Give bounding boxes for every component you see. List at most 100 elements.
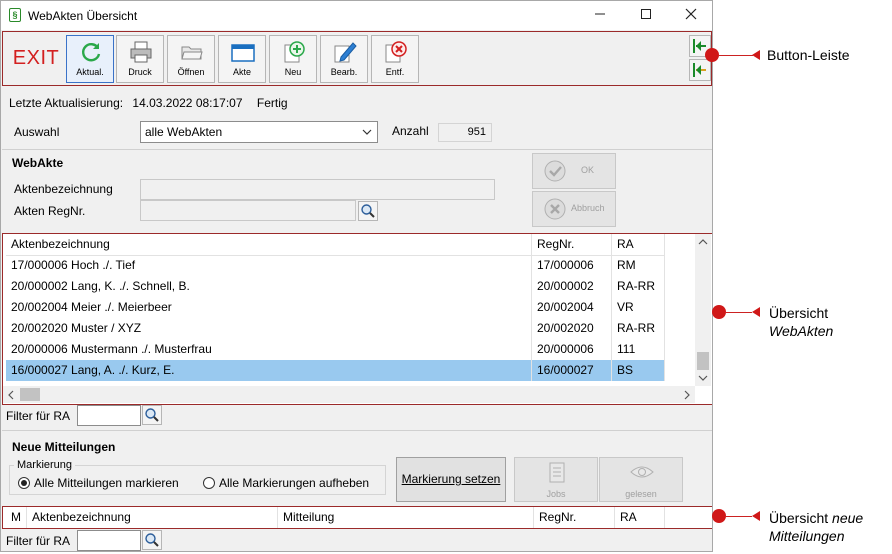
cell-regnr: 17/000006 [532,255,612,276]
cell-file-name: 20/002020 Muster / XYZ [6,318,532,339]
table-row[interactable]: 20/000006 Mustermann ./. Musterfrau 20/0… [6,339,665,360]
cell-ra: 111 [612,339,665,360]
delete-icon [385,41,407,63]
table-row[interactable]: 20/002004 Meier ./. Meierbeer 20/002004 … [6,297,665,318]
new-button[interactable]: Neu [269,35,317,83]
vertical-scroll-thumb[interactable] [697,352,709,370]
open-button[interactable]: Öffnen [167,35,215,83]
table-header: Aktenbezeichnung RegNr. RA [6,234,665,256]
callout-messages-line1: Übersicht [769,510,829,526]
column-header-m[interactable]: M [6,507,27,528]
folder-icon [231,44,255,62]
refresh-icon [82,43,101,62]
add-icon [284,41,305,63]
set-marking-button[interactable]: Markierung setzen [396,457,506,502]
print-label: Druck [128,67,152,77]
jobs-button[interactable]: Jobs [514,457,598,502]
delete-button[interactable]: Entf. [371,35,419,83]
cell-regnr: 16/000027 [532,360,612,381]
marking-group-title: Markierung [14,459,76,471]
file-button[interactable]: Akte [218,35,266,83]
search-icon [361,204,375,218]
jobs-list-icon [549,462,565,483]
eye-icon [630,466,654,478]
maximize-icon [641,9,651,19]
filter-ra-input[interactable] [77,405,141,426]
unmark-all-label[interactable]: Alle Markierungen aufheben [219,476,369,490]
exit-button[interactable]: EXIT [9,37,63,79]
mark-all-label[interactable]: Alle Mitteilungen markieren [34,476,179,490]
printer-icon [130,41,152,63]
cancel-button[interactable]: Abbruch [532,191,616,227]
cancel-icon [544,198,566,220]
cell-ra: BS [612,360,665,381]
horizontal-scrollbar[interactable] [3,386,695,403]
mark-all-radio[interactable] [18,477,30,489]
column-header-ra[interactable]: RA [615,507,665,528]
table-row[interactable]: 20/002020 Muster / XYZ 20/002020 RA-RR [6,318,665,339]
selection-dropdown[interactable]: alle WebAkten [140,121,378,143]
table-row[interactable]: 20/000002 Lang, K. ./. Schnell, B. 20/00… [6,276,665,297]
callout-arrow [752,307,760,317]
cell-file-name: 20/000002 Lang, K. ./. Schnell, B. [6,276,532,297]
filter-ra-label: Filter für RA [6,409,71,423]
table-row-selected[interactable]: 16/000027 Lang, A. ./. Kurz, E. 16/00002… [6,360,665,381]
divider [2,149,712,150]
column-header-file-name[interactable]: Aktenbezeichnung [6,234,532,255]
filter-ra-search-button-bottom[interactable] [142,530,162,550]
edit-button[interactable]: Bearb. [320,35,368,83]
callout-messages-line2: Mitteilungen [769,528,845,544]
callout-toolbar-text: Button-Leiste [767,47,850,63]
cell-ra: RM [612,255,665,276]
callout-arrow [752,511,760,521]
table-row[interactable]: 17/000006 Hoch ./. Tief 17/000006 RM [6,255,665,276]
minimize-button[interactable] [577,1,623,30]
cell-ra: RA-RR [612,276,665,297]
filter-ra-search-button[interactable] [142,405,162,425]
column-header-file-name[interactable]: Aktenbezeichnung [27,507,278,528]
refresh-button[interactable]: Aktual. [66,35,114,83]
maximize-button[interactable] [623,1,669,30]
read-button[interactable]: gelesen [599,457,683,502]
column-header-regnr[interactable]: RegNr. [534,507,615,528]
scroll-right-icon[interactable] [683,390,691,400]
filter-ra-input-bottom[interactable] [77,530,141,551]
cell-ra: VR [612,297,665,318]
file-regnr-field[interactable] [140,200,356,221]
status-line: Letzte Aktualisierung: 14.03.2022 08:17:… [9,96,288,110]
horizontal-scroll-thumb[interactable] [20,388,40,401]
ok-button[interactable]: OK [532,153,616,189]
edit-label: Bearb. [330,67,358,77]
status-state: Fertig [256,96,288,110]
scroll-left-icon[interactable] [7,390,15,400]
edit-icon [334,42,357,63]
close-button[interactable] [668,1,712,30]
checkmark-icon [544,160,566,182]
scroll-down-icon[interactable] [698,374,708,382]
arrow-left-alt-icon [693,63,706,77]
column-header-message[interactable]: Mitteilung [278,507,534,528]
close-icon [685,8,697,20]
cell-file-name: 20/002004 Meier ./. Meierbeer [6,297,532,318]
callout-arrow [752,50,760,60]
new-label: Neu [284,67,302,77]
search-icon [145,408,159,422]
file-name-field[interactable] [140,179,495,200]
search-icon [145,533,159,547]
column-header-regnr[interactable]: RegNr. [532,234,612,255]
callout-webakten-line1: Übersicht [769,305,829,321]
status-datetime: 14.03.2022 08:17:07 [132,96,243,110]
regnr-search-button[interactable] [358,201,378,221]
webakte-heading: WebAkte [12,156,64,170]
refresh-label: Aktual. [76,67,104,77]
callout-messages-text: Übersicht neue Mitteilungen [769,509,863,545]
back-arrow-alt-button[interactable] [689,59,711,81]
print-button[interactable]: Druck [116,35,164,83]
unmark-all-radio[interactable] [203,477,215,489]
open-folder-icon [181,46,203,60]
title-bar: § WebAkten Übersicht [1,1,712,30]
column-header-ra[interactable]: RA [612,234,665,255]
vertical-scrollbar[interactable] [695,234,711,386]
scroll-up-icon[interactable] [698,238,708,246]
selection-label: Auswahl [14,125,60,139]
